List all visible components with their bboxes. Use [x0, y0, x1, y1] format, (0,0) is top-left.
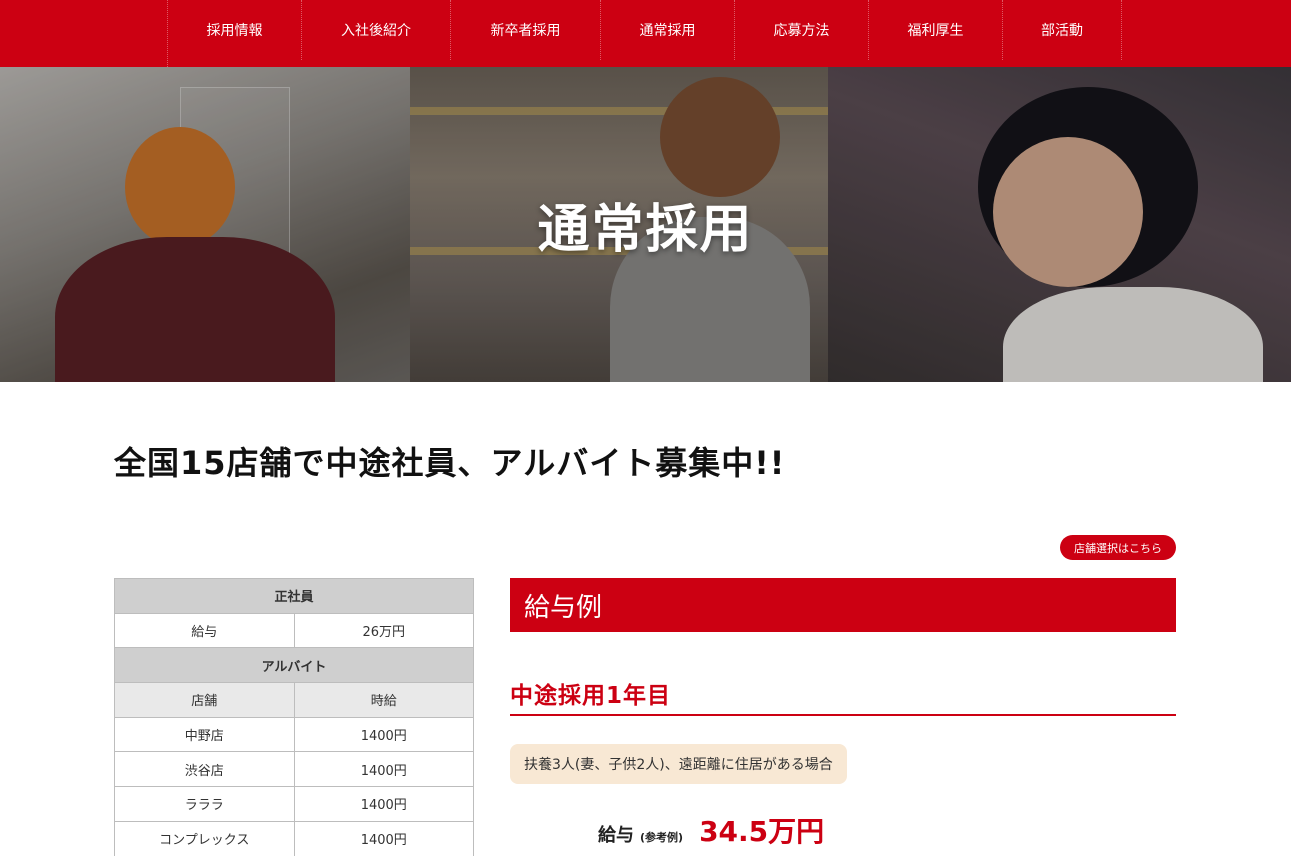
hourly-wage: 1400円	[293, 716, 474, 753]
store-name: 渋谷店	[114, 751, 295, 788]
hourly-wage: 1400円	[293, 751, 474, 788]
hero-banner: 通常採用	[0, 67, 1291, 382]
nav-item-after-joining[interactable]: 入社後紹介	[302, 0, 451, 60]
column-header-store: 店舗	[114, 682, 295, 718]
table-row: 正社員	[114, 578, 474, 614]
pay-table: 正社員 給与 26万円 アルバイト 店舗 時給 中野店 1400円 渋谷店 14…	[114, 578, 474, 856]
table-row: 中野店 1400円	[114, 716, 474, 753]
midcareer-year1-heading: 中途採用1年目	[510, 676, 1176, 716]
nav-list: 採用情報 入社後紹介 新卒者採用 通常採用 応募方法 福利厚生 部活動	[167, 0, 1122, 67]
page-title: 通常採用	[537, 200, 754, 260]
fulltime-header: 正社員	[114, 578, 474, 614]
recruit-headline: 全国15店舗で中途社員、アルバイト募集中!!	[114, 444, 786, 482]
nav-item-new-grad[interactable]: 新卒者採用	[451, 0, 601, 60]
table-row: ラララ 1400円	[114, 786, 474, 822]
table-row: 店舗 時給	[114, 682, 474, 718]
fulltime-salary-label: 給与	[114, 612, 295, 649]
salary-amount-note: (参考例)	[640, 831, 684, 844]
nav-item-how-to-apply[interactable]: 応募方法	[735, 0, 869, 60]
parttime-header: アルバイト	[114, 647, 474, 684]
nav-item-club-activities[interactable]: 部活動	[1003, 0, 1122, 60]
nav-item-recruit-info[interactable]: 採用情報	[168, 0, 302, 60]
store-name: ラララ	[114, 786, 295, 822]
store-name: コンプレックス	[114, 820, 295, 856]
salary-example-heading: 給与例	[510, 578, 1176, 632]
top-nav: 採用情報 入社後紹介 新卒者採用 通常採用 応募方法 福利厚生 部活動	[0, 0, 1291, 67]
table-row: 渋谷店 1400円	[114, 751, 474, 788]
hourly-wage: 1400円	[293, 786, 474, 822]
salary-amount-label: 給与	[598, 825, 634, 846]
table-row: アルバイト	[114, 647, 474, 684]
store-select-button[interactable]: 店舗選択はこちら	[1060, 535, 1176, 560]
store-name: 中野店	[114, 716, 295, 753]
nav-item-benefits[interactable]: 福利厚生	[869, 0, 1003, 60]
salary-amount-value: 34.5万円	[699, 815, 825, 848]
salary-condition-note: 扶養3人(妻、子供2人)、遠距離に住居がある場合	[510, 744, 847, 784]
column-header-wage: 時給	[293, 682, 474, 718]
fulltime-salary-value: 26万円	[293, 612, 474, 649]
table-row: コンプレックス 1400円	[114, 820, 474, 856]
hourly-wage: 1400円	[293, 820, 474, 856]
salary-amount-row: 給与 (参考例) 34.5万円	[598, 810, 824, 850]
nav-item-regular-recruit[interactable]: 通常採用	[601, 0, 735, 60]
table-row: 給与 26万円	[114, 612, 474, 649]
